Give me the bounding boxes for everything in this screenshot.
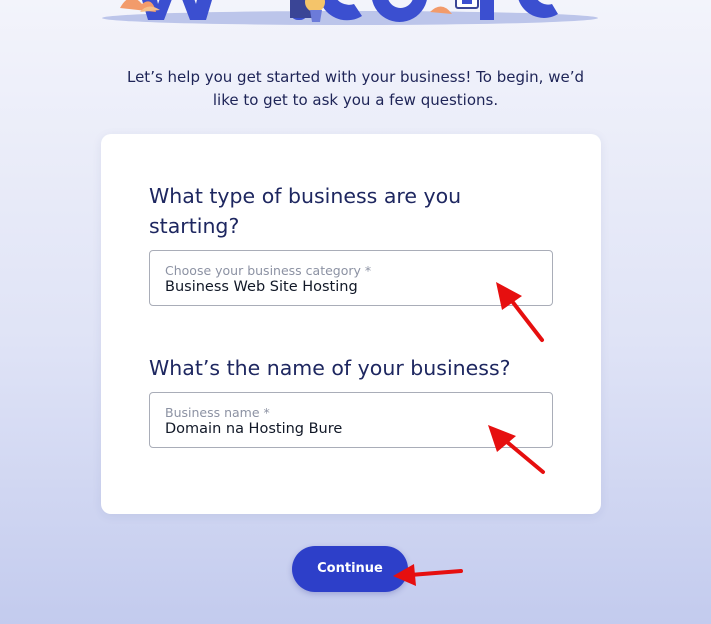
business-name-value[interactable]: Domain na Hosting Bure [165, 421, 342, 437]
business-form-card: What type of business are you starting? … [101, 134, 601, 514]
business-type-question-line-1: What type of business are you [149, 184, 462, 208]
business-name-question: What’s the name of your business? [149, 356, 511, 380]
business-name-field[interactable]: Business name * Domain na Hosting Bure [149, 392, 553, 448]
continue-button[interactable]: Continue [292, 546, 408, 592]
business-name-label: Business name * [165, 405, 270, 420]
business-type-question: What type of business are you starting? [149, 181, 529, 241]
intro-line-2: like to get to ask you a few questions. [212, 91, 499, 109]
business-type-question-line-2: starting? [149, 214, 240, 238]
intro-text: Let’s help you get started with your bus… [0, 66, 711, 112]
business-category-label: Choose your business category * [165, 263, 372, 278]
business-category-value[interactable]: Business Web Site Hosting [165, 279, 358, 295]
business-category-field[interactable]: Choose your business category * Business… [149, 250, 553, 306]
intro-line-1: Let’s help you get started with your bus… [126, 68, 584, 86]
welcome-illustration-icon [102, 0, 598, 25]
